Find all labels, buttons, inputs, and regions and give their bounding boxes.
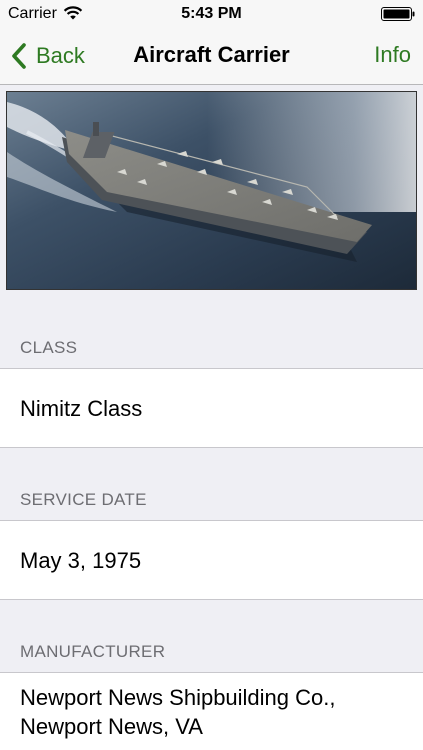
manufacturer-line-1: Newport News Shipbuilding Co., [20, 685, 336, 710]
class-value: Nimitz Class [20, 396, 143, 421]
class-cell: Nimitz Class [0, 368, 423, 448]
section-header-service-date-label: SERVICE DATE [20, 490, 147, 509]
manufacturer-line-2: Newport News, VA [20, 714, 203, 739]
carrier-illustration [7, 92, 416, 289]
section-header-manufacturer-label: MANUFACTURER [20, 642, 166, 661]
status-time: 5:43 PM [181, 5, 242, 22]
page-title: Aircraft Carrier [133, 42, 290, 67]
battery-icon [381, 7, 415, 21]
service-date-cell: May 3, 1975 [0, 520, 423, 600]
status-bar: Carrier 5:43 PM [0, 0, 423, 28]
info-button[interactable]: Info [374, 42, 411, 68]
section-header-class: CLASS [0, 288, 423, 368]
section-header-manufacturer: MANUFACTURER [0, 600, 423, 672]
section-header-class-label: CLASS [20, 338, 78, 357]
manufacturer-cell: Newport News Shipbuilding Co., Newport N… [0, 672, 423, 750]
manufacturer-value: Newport News Shipbuilding Co., Newport N… [20, 683, 413, 741]
service-date-value: May 3, 1975 [20, 548, 142, 573]
aircraft-carrier-photo [6, 91, 417, 290]
navigation-bar: Back Aircraft Carrier Info [0, 28, 423, 85]
section-header-service-date: SERVICE DATE [0, 448, 423, 520]
